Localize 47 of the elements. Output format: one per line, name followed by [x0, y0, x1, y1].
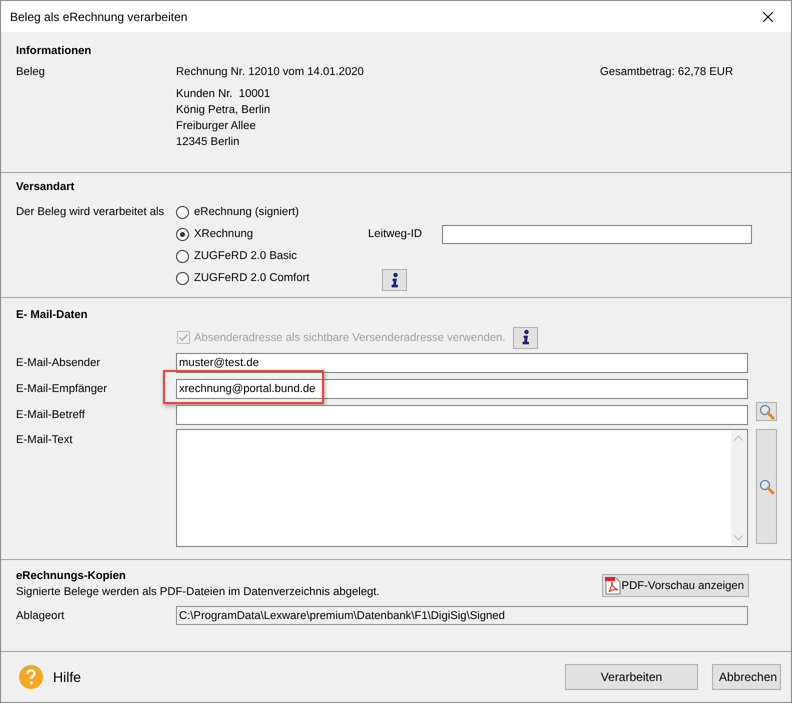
address-line: Kunden Nr. 10001: [176, 87, 272, 102]
info-icon: [390, 272, 398, 288]
field-label: E-Mail-Empfänger: [16, 382, 108, 397]
scrollbar[interactable]: [731, 431, 746, 545]
scroll-up-icon: [734, 435, 743, 441]
info-button[interactable]: [513, 326, 538, 348]
search-button[interactable]: [756, 402, 777, 421]
radio-option[interactable]: eRechnung (signiert): [176, 201, 299, 223]
field-label: Der Beleg wird verarbeitet als: [16, 205, 166, 220]
field-label: E-Mail-Absender: [16, 356, 102, 371]
field-label: Beleg: [16, 65, 46, 80]
total-amount: Gesamtbetrag: 62,78 EUR: [600, 65, 734, 80]
info-text: Signierte Belege werden als PDF-Dateien im Datenverzeichnis abgelegt.: [16, 585, 380, 600]
field-label: E-Mail-Betreff: [16, 408, 86, 423]
path-field[interactable]: C:\ProgramData\Lexware\premium\Datenbank\F1\DigiSig\Signed: [176, 606, 748, 625]
magnifier-icon: [758, 478, 774, 494]
address-line: Freiburger Allee: [176, 119, 257, 134]
close-icon: [763, 12, 773, 22]
magnifier-icon: [758, 404, 774, 420]
field-label: E-Mail-Text: [16, 433, 74, 448]
document-text: Rechnung Nr. 12010 vom 14.01.2020: [176, 65, 365, 80]
field-label: Ablageort: [16, 608, 66, 624]
info-icon: [522, 330, 530, 345]
help-icon: [19, 665, 43, 689]
field-label: Leitweg-ID: [368, 227, 423, 242]
pdf-file-icon: [604, 576, 621, 594]
scroll-down-icon: [734, 535, 743, 541]
input-field[interactable]: xrechnung@portal.bund.de: [176, 379, 748, 399]
address-line: 12345 Berlin: [176, 135, 240, 150]
radio-option[interactable]: ZUGFeRD 2.0 Comfort: [176, 267, 310, 289]
process-button[interactable]: Verarbeiten: [565, 664, 698, 690]
section-heading: Versandart: [16, 180, 76, 195]
help-link[interactable]: Hilfe: [19, 665, 82, 689]
pdf-preview-button[interactable]: PDF-Vorschau anzeigen: [602, 574, 749, 597]
email-text-area[interactable]: [176, 429, 748, 547]
input-field[interactable]: [176, 405, 748, 425]
cancel-button[interactable]: Abbrechen: [712, 664, 781, 690]
input-field[interactable]: muster@test.de: [176, 353, 748, 373]
address-line: König Petra, Berlin: [176, 103, 272, 118]
radio-option[interactable]: ZUGFeRD 2.0 Basic: [176, 245, 297, 267]
leitweg-id-field[interactable]: [442, 224, 752, 244]
info-button[interactable]: [382, 269, 407, 291]
radio-option[interactable]: XRechnung: [176, 223, 254, 245]
window-title: Beleg als eRechnung verarbeiten: [10, 10, 188, 24]
section-heading: E- Mail-Daten: [16, 308, 89, 323]
section-heading: Informationen: [16, 44, 92, 59]
section-heading: eRechnungs-Kopien: [16, 569, 127, 584]
